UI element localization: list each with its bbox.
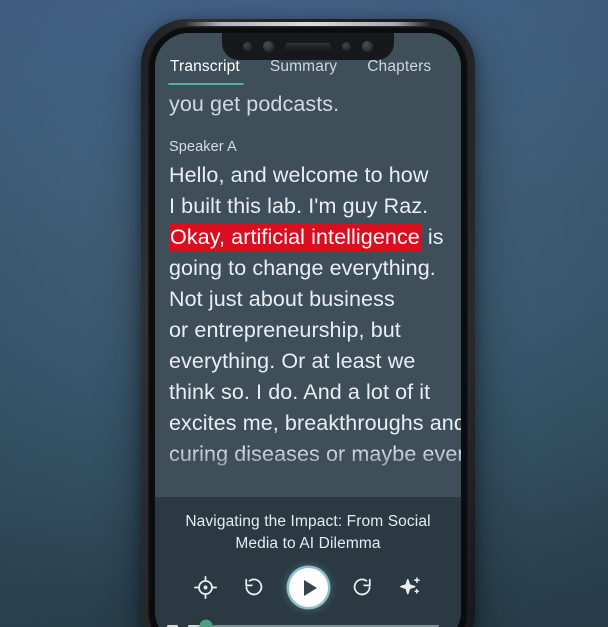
tab-transcript-label: Transcript xyxy=(170,58,240,75)
player-episode-title: Navigating the Impact: From Social Media… xyxy=(185,513,431,552)
ambient-light-sensor-icon xyxy=(362,41,373,52)
phone-notch xyxy=(222,33,394,60)
play-button[interactable] xyxy=(288,568,328,607)
transcript-line: Hello, and welcome to how xyxy=(169,163,429,187)
progress-thumb[interactable] xyxy=(199,619,213,627)
proximity-sensor-icon xyxy=(342,42,351,51)
transcript-highlight: Okay, artificial intelligence xyxy=(169,224,422,251)
play-icon xyxy=(303,579,317,596)
front-camera-icon xyxy=(263,41,274,52)
transcript-line: curing diseases or maybe even xyxy=(169,442,461,466)
transcript-line: think so. I do. And a lot of it xyxy=(169,380,431,404)
forward-icon[interactable] xyxy=(350,575,376,601)
earpiece-speaker-icon xyxy=(285,43,331,50)
phone-device: Transcript Summary Chapters Not you get … xyxy=(141,19,475,627)
transcript-line: excites me, breakthroughs and xyxy=(169,411,461,435)
transcript-line: everything. Or at least we xyxy=(169,349,416,373)
player-bar: Navigating the Impact: From Social Media… xyxy=(155,497,461,627)
transcript-speaker-label: Speaker A xyxy=(169,139,237,155)
rewind-icon[interactable] xyxy=(241,575,267,601)
transcript-line-highlighted: Okay, artificial intelligence is xyxy=(169,222,447,253)
transcript-line: or entrepreneurship, but xyxy=(169,318,401,342)
player-controls xyxy=(167,568,449,607)
transcript-previous-line: you get podcasts. xyxy=(169,92,340,116)
tab-chapters-label: Chapters xyxy=(367,58,432,75)
tab-transcript[interactable]: Transcript xyxy=(168,58,244,85)
transcript-line: going to change everything. xyxy=(169,256,436,280)
locate-icon[interactable] xyxy=(193,575,219,601)
tab-summary-label: Summary xyxy=(269,58,338,75)
tab-summary[interactable]: Summary xyxy=(270,58,337,85)
transcript-line: Not just about business xyxy=(169,287,395,311)
sensor-dot-icon xyxy=(243,42,252,51)
transcript-panel[interactable]: you get podcasts. Speaker A Hello, and w… xyxy=(155,85,461,497)
transcript-highlight-trailing: is xyxy=(421,225,444,249)
sparkle-icon[interactable] xyxy=(398,575,424,601)
transcript-line: I built this lab. I'm guy Raz. xyxy=(169,194,429,218)
tab-chapters[interactable]: Chapters xyxy=(367,58,431,85)
phone-screen: Transcript Summary Chapters Not you get … xyxy=(155,33,461,627)
